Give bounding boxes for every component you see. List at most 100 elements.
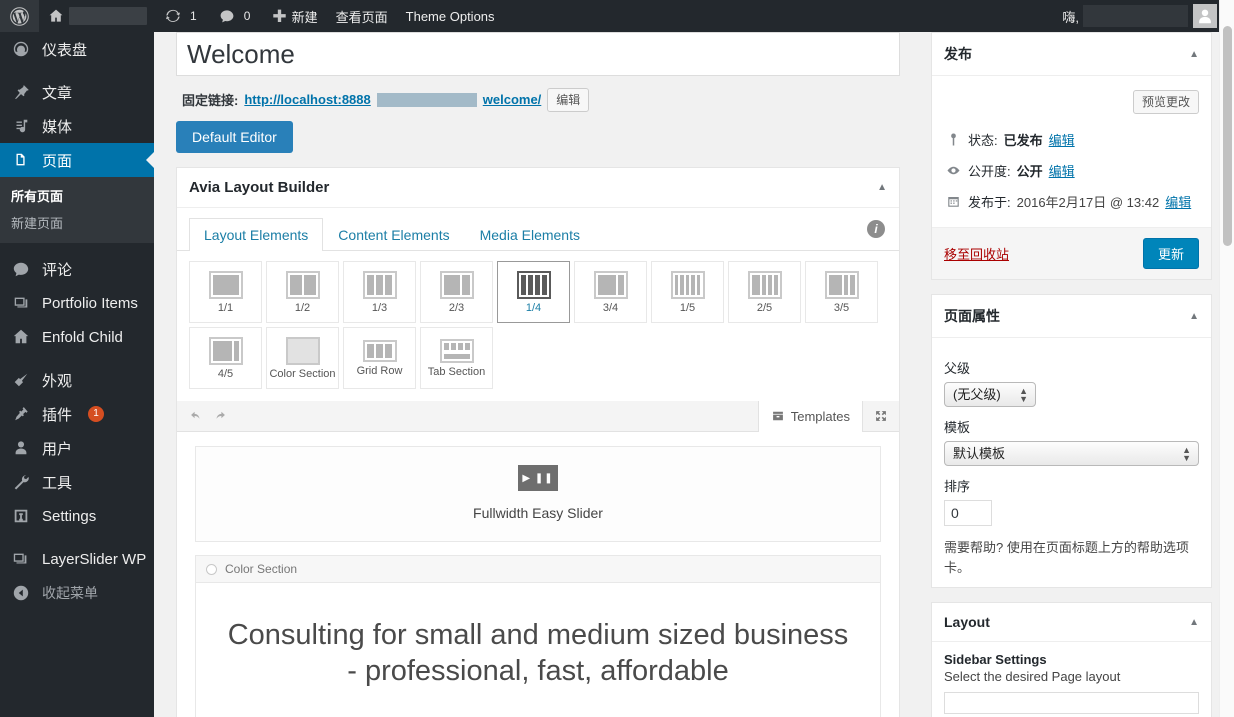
submenu-new-page[interactable]: 新建页面 — [0, 209, 154, 236]
tab-media-elements[interactable]: Media Elements — [465, 218, 595, 251]
layout-element-grid-row[interactable]: Grid Row — [343, 327, 416, 389]
color-section-header[interactable]: Color Section — [196, 556, 880, 583]
sidebar-item-comments[interactable]: 评论 — [0, 252, 154, 286]
layout-element-1-1[interactable]: 1/1 — [189, 261, 262, 323]
layout-element-3-4[interactable]: 3/4 — [574, 261, 647, 323]
tab-content-elements[interactable]: Content Elements — [323, 218, 464, 251]
circle-handle-icon[interactable] — [206, 563, 217, 575]
layout-element-1-3[interactable]: 1/3 — [343, 261, 416, 323]
published-edit-link[interactable]: 编辑 — [1165, 192, 1191, 211]
permalink-redacted — [376, 92, 477, 107]
sidebar-item-tools[interactable]: 工具 — [0, 465, 154, 499]
sidebar-item-settings[interactable]: Settings — [0, 499, 154, 533]
preview-row: 预览更改 — [944, 86, 1199, 124]
template-select-wrapper: 默认模板 ▲ ▼ — [944, 441, 1199, 466]
default-editor-button[interactable]: Default Editor — [176, 121, 293, 153]
submenu-all-pages[interactable]: 所有页面 — [0, 182, 154, 209]
portfolio-icon — [11, 293, 31, 313]
sidebar-settings-title: Sidebar Settings — [944, 652, 1047, 667]
layout-metabox-body: Sidebar Settings Select the desired Page… — [932, 642, 1211, 717]
element-label: 1/1 — [217, 301, 234, 314]
layout-element-color-section[interactable]: Color Section — [266, 327, 339, 389]
element-label: 2/3 — [448, 301, 465, 314]
tab-section-preview-icon — [439, 338, 474, 363]
publish-metabox: 发布 ▲ 预览更改 状态: 已发布 编辑 公开度: 公开 编辑 发布于: 201… — [931, 32, 1212, 280]
view-page-link[interactable]: 查看页面 — [327, 0, 397, 32]
info-icon[interactable]: i — [867, 220, 885, 238]
sidebar-item-pages[interactable]: 页面 — [0, 143, 154, 177]
edit-permalink-button[interactable]: 编辑 — [547, 87, 590, 112]
menu-separator — [0, 533, 154, 542]
parent-select[interactable]: (无父级) — [944, 382, 1036, 407]
sidebar-item-users[interactable]: 用户 — [0, 431, 154, 465]
chevron-up-icon[interactable]: ▲ — [1189, 49, 1199, 60]
layout-element-2-3[interactable]: 2/3 — [420, 261, 493, 323]
layout-element-2-5[interactable]: 2/5 — [728, 261, 801, 323]
layout-element-1-5[interactable]: 1/5 — [651, 261, 724, 323]
color-section-body: Consulting for small and medium sized bu… — [196, 583, 880, 717]
layout-element-tab-section[interactable]: Tab Section — [420, 327, 493, 389]
update-button[interactable]: 更新 — [1142, 238, 1199, 269]
move-to-trash-link[interactable]: 移至回收站 — [944, 244, 1009, 263]
canvas-element-color-section[interactable]: Color Section Consulting for small and m… — [195, 555, 881, 717]
theme-options-link[interactable]: Theme Options — [397, 0, 504, 32]
avia-metabox-header[interactable]: Avia Layout Builder ▲ — [177, 168, 899, 208]
scrollbar-thumb[interactable] — [1223, 26, 1232, 246]
templates-button[interactable]: Templates — [757, 400, 863, 432]
new-content-link[interactable]: ✚ 新建 — [263, 0, 326, 32]
chevron-up-icon[interactable]: ▲ — [1189, 617, 1199, 628]
menu-separator — [0, 354, 154, 363]
tab-layout-elements[interactable]: Layout Elements — [189, 218, 324, 251]
site-home-link[interactable] — [39, 0, 156, 32]
layout-metabox-header[interactable]: Layout ▲ — [932, 603, 1211, 642]
updates-link[interactable]: 1 — [156, 0, 210, 32]
redo-arrow-icon[interactable] — [213, 409, 227, 423]
sidebar-item-dashboard[interactable]: 仪表盘 — [0, 32, 154, 66]
preview-changes-button[interactable]: 预览更改 — [1132, 90, 1199, 114]
sidebar-item-appearance[interactable]: 外观 — [0, 363, 154, 397]
sidebar-item-collapse-menu[interactable]: 收起菜单 — [0, 576, 154, 610]
canvas-element-fullwidth-easy-slider[interactable]: ▶ ❚❚ Fullwidth Easy Slider — [195, 446, 881, 542]
undo-arrow-icon[interactable] — [189, 409, 203, 423]
template-label: 模板 — [944, 420, 971, 435]
layout-element-4-5[interactable]: 4/5 — [189, 327, 262, 389]
permalink-slug[interactable]: welcome/ — [483, 92, 542, 107]
element-label: Tab Section — [427, 365, 486, 378]
sidebar-item-plugins[interactable]: 插件 1 — [0, 397, 154, 431]
status-edit-link[interactable]: 编辑 — [1049, 130, 1075, 149]
sidebar-item-label: 收起菜单 — [42, 585, 98, 601]
visibility-edit-link[interactable]: 编辑 — [1049, 161, 1075, 180]
element-label: 1/5 — [679, 301, 696, 314]
template-select[interactable]: 默认模板 — [944, 441, 1199, 466]
layout-element-1-4[interactable]: 1/4 — [497, 261, 570, 323]
sidebar-item-posts[interactable]: 文章 — [0, 75, 154, 109]
status-row: 状态: 已发布 编辑 — [944, 124, 1199, 155]
layout-element-3-5[interactable]: 3/5 — [805, 261, 878, 323]
page-layout-select[interactable] — [944, 692, 1199, 714]
published-label: 发布于: — [968, 195, 1011, 210]
layerslider-icon — [11, 549, 31, 569]
sidebar-item-media[interactable]: 媒体 — [0, 109, 154, 143]
page-scrollbar[interactable] — [1219, 0, 1234, 717]
sidebar-item-label: 插件 — [42, 406, 73, 424]
chevron-up-icon[interactable]: ▲ — [877, 182, 887, 193]
element-label: Grid Row — [356, 364, 403, 377]
sidebar-item-portfolio-items[interactable]: Portfolio Items — [0, 286, 154, 320]
order-input[interactable] — [944, 500, 992, 526]
wordpress-logo-icon[interactable] — [0, 0, 39, 32]
chevron-up-icon[interactable]: ▲ — [1189, 311, 1199, 322]
my-account-menu[interactable]: 嗨, — [1056, 4, 1219, 28]
permalink-prefix[interactable]: http://localhost:8888 — [244, 92, 370, 107]
sidebar-item-layerslider-wp[interactable]: LayerSlider WP — [0, 542, 154, 576]
updates-count: 1 — [190, 9, 197, 23]
layout-element-1-2[interactable]: 1/2 — [266, 261, 339, 323]
column-preview-icon — [747, 270, 782, 299]
publish-metabox-header[interactable]: 发布 ▲ — [932, 33, 1211, 76]
pages-submenu: 所有页面 新建页面 — [0, 177, 154, 243]
fullscreen-button[interactable] — [863, 401, 899, 432]
page-title-input[interactable] — [176, 32, 900, 76]
pages-icon — [11, 150, 31, 170]
comments-link[interactable]: 0 — [210, 0, 264, 32]
sidebar-item-enfold-child[interactable]: Enfold Child — [0, 320, 154, 354]
page-attributes-header[interactable]: 页面属性 ▲ — [932, 295, 1211, 338]
